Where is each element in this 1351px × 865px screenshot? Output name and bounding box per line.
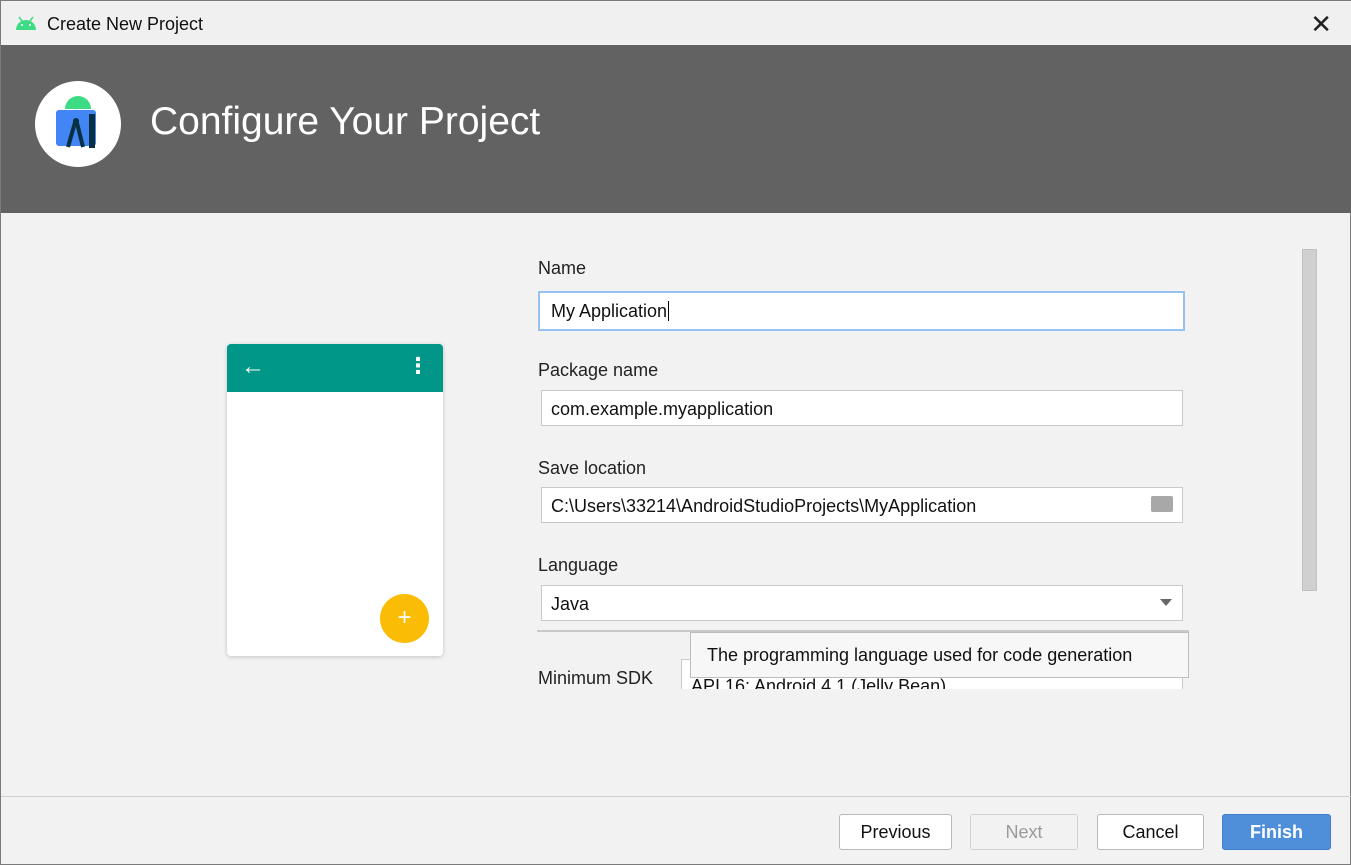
location-input[interactable]: C:\Users\33214\AndroidStudioProjects\MyA… — [541, 487, 1183, 523]
language-value: Java — [551, 594, 590, 614]
preview-app-bar: ← ⋮ — [227, 344, 443, 392]
footer-divider — [1, 796, 1351, 797]
header-banner: Configure Your Project — [1, 45, 1351, 213]
tooltip: The programming language used for code g… — [690, 632, 1189, 678]
location-value: C:\Users\33214\AndroidStudioProjects\MyA… — [551, 496, 977, 516]
next-button[interactable]: Next — [970, 814, 1078, 850]
template-preview: ← ⋮ + — [227, 344, 443, 656]
folder-icon[interactable] — [1151, 496, 1173, 512]
language-select[interactable]: Java — [541, 585, 1183, 621]
name-value: My Application — [551, 301, 668, 321]
back-arrow-icon: ← — [241, 353, 265, 380]
android-icon — [16, 16, 36, 30]
finish-button[interactable]: Finish — [1222, 814, 1331, 850]
cancel-button[interactable]: Cancel — [1097, 814, 1204, 850]
scrollbar[interactable] — [1302, 249, 1317, 591]
preview-fab: + — [380, 594, 429, 643]
title-bar: Create New Project ✕ — [1, 1, 1351, 45]
android-studio-logo-icon — [35, 81, 121, 167]
page-title: Configure Your Project — [150, 100, 541, 143]
previous-button[interactable]: Previous — [839, 814, 952, 850]
name-input[interactable]: My Application — [538, 291, 1185, 331]
window-title: Create New Project — [47, 14, 204, 34]
min-sdk-label: Minimum SDK — [538, 668, 654, 688]
more-vert-icon: ⋮ — [407, 353, 429, 378]
close-button[interactable]: ✕ — [1310, 9, 1332, 40]
package-label: Package name — [538, 360, 659, 380]
language-label: Language — [538, 555, 619, 575]
chevron-down-icon — [1160, 599, 1172, 606]
location-label: Save location — [538, 458, 647, 478]
package-input[interactable]: com.example.myapplication — [541, 390, 1183, 426]
name-label: Name — [538, 258, 587, 278]
